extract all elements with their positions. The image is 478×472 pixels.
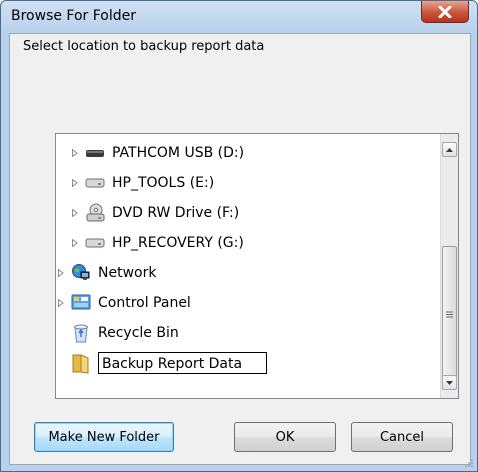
expand-arrow-icon[interactable]	[56, 268, 66, 278]
resize-grip-icon[interactable]	[463, 457, 473, 467]
cancel-button[interactable]: Cancel	[351, 422, 453, 452]
expand-arrow-icon[interactable]	[70, 238, 80, 248]
tree-item-control-panel[interactable]: Control Panel	[56, 288, 191, 318]
tree-item-label: HP_TOOLS (E:)	[112, 175, 215, 191]
scroll-up-button[interactable]	[442, 142, 457, 157]
browse-for-folder-dialog: Browse For Folder Select location to bac…	[0, 0, 478, 472]
tree-item-network[interactable]: Network	[56, 258, 156, 288]
tree-item-pathcom-usb[interactable]: PATHCOM USB (D:)	[70, 138, 244, 168]
expand-arrow-icon[interactable]	[70, 148, 80, 158]
close-button[interactable]	[421, 1, 469, 23]
tree-item-backup-report-data[interactable]: Backup Report Data	[70, 348, 268, 378]
expand-arrow-icon[interactable]	[56, 298, 66, 308]
folder-tree[interactable]: PATHCOM USB (D:) HP_TOOLS (E:) DVD RW Dr…	[55, 133, 459, 399]
scroll-down-button[interactable]	[442, 375, 457, 390]
arrow-down-icon	[446, 380, 453, 385]
vertical-scrollbar[interactable]	[440, 134, 458, 398]
title-bar[interactable]: Browse For Folder	[1, 1, 477, 33]
folder-icon	[70, 353, 92, 374]
tree-item-hp-recovery[interactable]: HP_RECOVERY (G:)	[70, 228, 244, 258]
make-new-folder-button[interactable]: Make New Folder	[34, 422, 174, 452]
control-panel-icon	[70, 293, 92, 313]
tree-item-recycle-bin[interactable]: Recycle Bin	[70, 318, 179, 348]
network-icon	[70, 263, 92, 283]
scrollbar-thumb[interactable]	[442, 246, 457, 382]
expand-arrow-icon[interactable]	[70, 178, 80, 188]
dvd-drive-icon	[84, 203, 106, 223]
tree-item-hp-tools[interactable]: HP_TOOLS (E:)	[70, 168, 214, 198]
tree-item-label: PATHCOM USB (D:)	[112, 145, 245, 161]
close-icon	[438, 5, 452, 18]
tree-item-label: Network	[98, 265, 157, 281]
window-title: Browse For Folder	[11, 8, 137, 24]
usb-drive-icon	[84, 143, 106, 163]
tree-item-label: DVD RW Drive (F:)	[112, 205, 240, 221]
tree-item-label: Control Panel	[98, 295, 191, 311]
tree-item-label: HP_RECOVERY (G:)	[112, 235, 244, 251]
folder-name-input[interactable]: Backup Report Data	[98, 352, 268, 374]
recycle-bin-icon	[70, 323, 92, 343]
instruction-text: Select location to backup report data	[23, 39, 265, 54]
tree-item-label: Recycle Bin	[98, 325, 179, 341]
ok-button[interactable]: OK	[234, 422, 336, 452]
hard-drive-icon	[84, 233, 106, 253]
expand-arrow-icon[interactable]	[70, 208, 80, 218]
hard-drive-icon	[84, 173, 106, 193]
tree-item-dvd-rw-drive[interactable]: DVD RW Drive (F:)	[70, 198, 239, 228]
arrow-up-icon	[446, 147, 453, 152]
grip-lines-icon	[446, 311, 453, 317]
